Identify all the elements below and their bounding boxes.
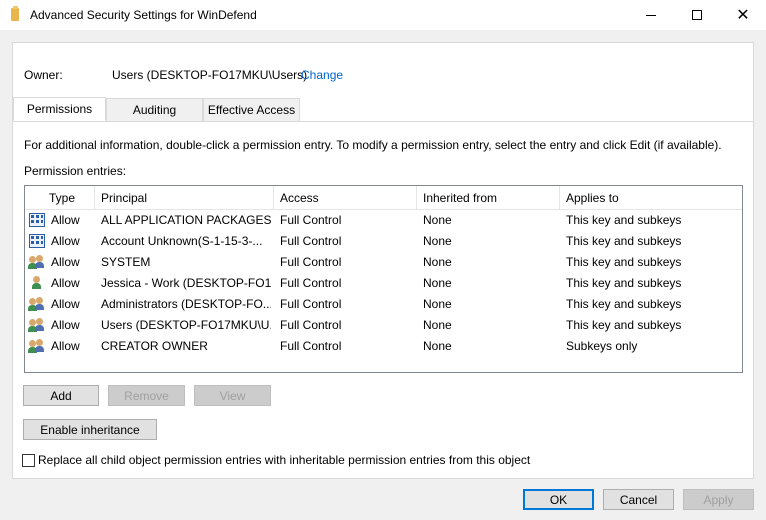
group-icon (28, 297, 45, 312)
cell-inherited: None (423, 318, 452, 332)
permissions-info-text: For additional information, double-click… (24, 138, 722, 152)
tab-auditing[interactable]: Auditing (106, 98, 203, 121)
cell-access: Full Control (280, 276, 342, 290)
cell-access: Full Control (280, 255, 342, 269)
minimize-icon (646, 14, 656, 16)
minimize-button[interactable] (628, 0, 674, 30)
cell-principal: Account Unknown(S-1-15-3-... (101, 234, 263, 248)
cell-principal: Administrators (DESKTOP-FO... (101, 297, 271, 311)
remove-button[interactable]: Remove (108, 385, 185, 406)
cell-applies: This key and subkeys (566, 297, 682, 311)
cell-inherited: None (423, 255, 452, 269)
add-button[interactable]: Add (23, 385, 99, 406)
cell-access: Full Control (280, 213, 342, 227)
app-package-icon (29, 234, 45, 248)
cell-type: Allow (51, 255, 80, 269)
user-icon (29, 276, 45, 291)
table-row[interactable]: Allow Users (DESKTOP-FO17MKU\U... Full Con… (25, 315, 742, 336)
table-row[interactable]: Allow CREATOR OWNER Full Control None Subkey… (25, 336, 742, 357)
permission-entries-list[interactable]: Type Principal Access Inherited from App… (24, 185, 743, 373)
cell-type: Allow (51, 318, 80, 332)
column-header-inherited-from[interactable]: Inherited from (417, 186, 560, 210)
cell-inherited: None (423, 234, 452, 248)
change-owner-link[interactable]: Change (301, 68, 343, 82)
cell-principal: ALL APPLICATION PACKAGES (101, 213, 271, 227)
apply-button[interactable]: Apply (683, 489, 754, 510)
enable-inheritance-button[interactable]: Enable inheritance (23, 419, 157, 440)
cell-access: Full Control (280, 297, 342, 311)
cell-type: Allow (51, 339, 80, 353)
cell-access: Full Control (280, 339, 342, 353)
cell-inherited: None (423, 276, 452, 290)
table-row[interactable]: Allow Account Unknown(S-1-15-3-... Full Co… (25, 231, 742, 252)
cell-principal: SYSTEM (101, 255, 151, 269)
cell-type: Allow (51, 297, 80, 311)
cell-access: Full Control (280, 234, 342, 248)
cell-type: Allow (51, 213, 80, 227)
cell-access: Full Control (280, 318, 342, 332)
window-bottom-edge (0, 514, 766, 520)
folder-icon (11, 6, 19, 21)
view-button[interactable]: View (194, 385, 271, 406)
cell-applies: This key and subkeys (566, 255, 682, 269)
tab-label: Permissions (26, 102, 93, 116)
cell-inherited: None (423, 213, 452, 227)
title-bar: Advanced Security Settings for WinDefend… (0, 0, 766, 30)
table-row[interactable]: Allow Jessica - Work (DESKTOP-FO1... Full … (25, 273, 742, 294)
cell-applies: This key and subkeys (566, 276, 682, 290)
tab-label: Effective Access (207, 103, 296, 117)
tab-permissions[interactable]: Permissions (13, 97, 106, 121)
column-header-access[interactable]: Access (274, 186, 417, 210)
app-package-icon (29, 213, 45, 227)
group-icon (28, 255, 45, 270)
close-icon: ✕ (736, 5, 750, 24)
cell-principal: CREATOR OWNER (101, 339, 208, 353)
cell-applies: This key and subkeys (566, 318, 682, 332)
cell-type: Allow (51, 234, 80, 248)
maximize-button[interactable] (674, 0, 720, 30)
cell-type: Allow (51, 276, 80, 290)
owner-value: Users (DESKTOP-FO17MKU\Users) (112, 68, 308, 82)
replace-child-permissions-checkbox[interactable] (22, 454, 35, 467)
maximize-icon (692, 10, 702, 20)
list-header: Type Principal Access Inherited from App… (25, 186, 742, 210)
ok-button[interactable]: OK (523, 489, 594, 510)
cell-inherited: None (423, 297, 452, 311)
cancel-button[interactable]: Cancel (603, 489, 674, 510)
cell-principal: Users (DESKTOP-FO17MKU\U... (101, 318, 271, 332)
column-header-type[interactable]: Type (43, 186, 95, 210)
group-icon (28, 318, 45, 333)
permission-entries-label: Permission entries: (24, 164, 127, 178)
cell-applies: This key and subkeys (566, 213, 682, 227)
table-row[interactable]: Allow ALL APPLICATION PACKAGES Full Contro… (25, 210, 742, 231)
window-title: Advanced Security Settings for WinDefend (30, 8, 257, 22)
replace-child-permissions-label: Replace all child object permission entr… (38, 453, 531, 467)
table-row[interactable]: Allow Administrators (DESKTOP-FO... Full C… (25, 294, 742, 315)
cell-inherited: None (423, 339, 452, 353)
owner-label: Owner: (24, 68, 63, 82)
tab-label: Auditing (132, 103, 177, 117)
cell-applies: Subkeys only (566, 339, 638, 353)
cell-principal: Jessica - Work (DESKTOP-FO1... (101, 276, 271, 290)
tab-divider (13, 121, 754, 122)
group-icon (28, 339, 45, 354)
column-header-principal[interactable]: Principal (95, 186, 274, 210)
table-row[interactable]: Allow SYSTEM Full Control None This key and … (25, 252, 742, 273)
column-header-applies-to[interactable]: Applies to (560, 186, 742, 210)
tab-effective-access[interactable]: Effective Access (203, 98, 300, 121)
close-button[interactable]: ✕ (720, 0, 766, 30)
cell-applies: This key and subkeys (566, 234, 682, 248)
